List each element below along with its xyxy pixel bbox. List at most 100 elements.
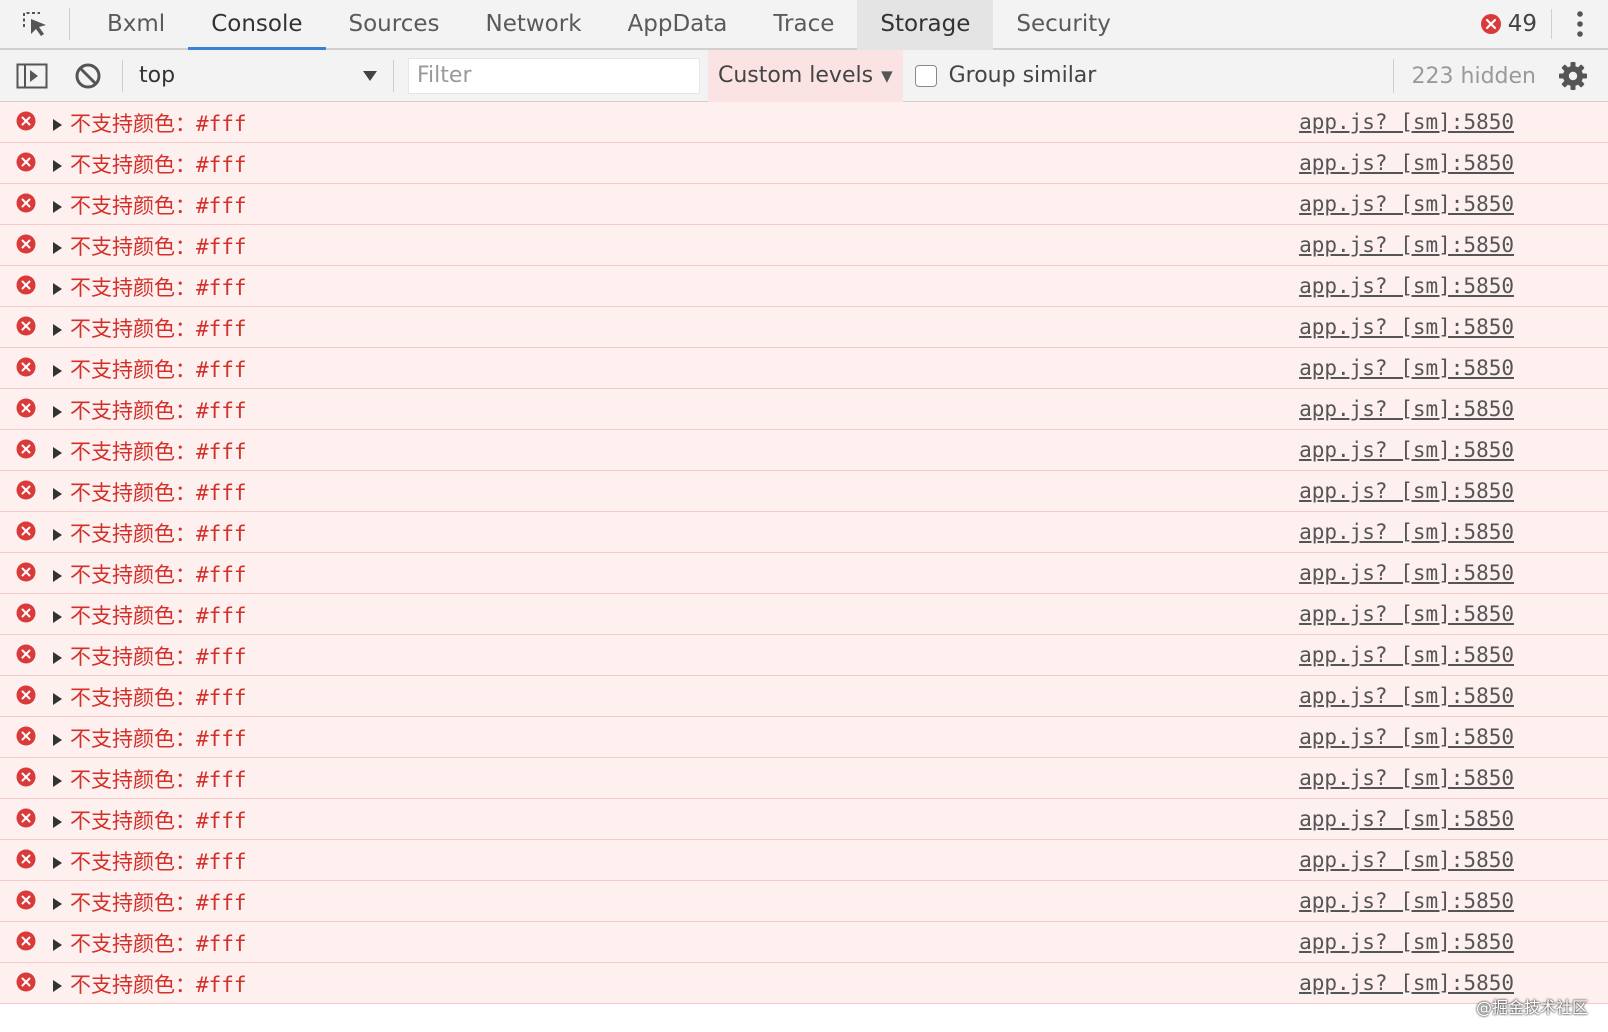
console-error-row[interactable]: 不支持颜色：#fff app.js? [sm]:5850 (0, 348, 1608, 389)
source-link[interactable]: app.js? [sm]:5850 (1299, 848, 1514, 872)
expand-triangle-icon[interactable] (53, 611, 62, 623)
expand-triangle-icon[interactable] (53, 201, 62, 213)
expand-triangle-icon[interactable] (53, 119, 62, 131)
source-link[interactable]: app.js? [sm]:5850 (1299, 561, 1514, 585)
log-levels-label: Custom levels (718, 63, 874, 88)
console-error-row[interactable]: 不支持颜色：#fff app.js? [sm]:5850 (0, 184, 1608, 225)
error-message: 不支持颜色：#fff (70, 399, 247, 423)
tab-storage[interactable]: Storage (857, 0, 994, 50)
source-link[interactable]: app.js? [sm]:5850 (1299, 643, 1514, 667)
expand-triangle-icon[interactable] (53, 775, 62, 787)
error-circle-icon (16, 521, 36, 541)
source-link[interactable]: app.js? [sm]:5850 (1299, 151, 1514, 175)
source-link[interactable]: app.js? [sm]:5850 (1299, 315, 1514, 339)
tab-console[interactable]: Console (188, 0, 326, 50)
console-error-row[interactable]: 不支持颜色：#fff app.js? [sm]:5850 (0, 471, 1608, 512)
expand-triangle-icon[interactable] (53, 529, 62, 541)
console-error-row[interactable]: 不支持颜色：#fff app.js? [sm]:5850 (0, 512, 1608, 553)
console-error-row[interactable]: 不支持颜色：#fff app.js? [sm]:5850 (0, 635, 1608, 676)
error-circle-icon (1480, 14, 1501, 34)
source-link[interactable]: app.js? [sm]:5850 (1299, 520, 1514, 544)
group-similar-checkbox[interactable] (914, 64, 937, 87)
source-link[interactable]: app.js? [sm]:5850 (1299, 274, 1514, 298)
error-counter[interactable]: 49 (1480, 9, 1552, 39)
source-link[interactable]: app.js? [sm]:5850 (1299, 684, 1514, 708)
console-error-row[interactable]: 不支持颜色：#fff app.js? [sm]:5850 (0, 717, 1608, 758)
console-error-row[interactable]: 不支持颜色：#fff app.js? [sm]:5850 (0, 676, 1608, 717)
console-error-row[interactable]: 不支持颜色：#fff app.js? [sm]:5850 (0, 840, 1608, 881)
expand-triangle-icon[interactable] (53, 324, 62, 336)
expand-triangle-icon[interactable] (53, 160, 62, 172)
error-circle-icon (16, 357, 36, 377)
group-similar-toggle[interactable]: Group similar (914, 63, 1096, 88)
console-error-row[interactable]: 不支持颜色：#fff app.js? [sm]:5850 (0, 266, 1608, 307)
expand-triangle-icon[interactable] (53, 365, 62, 377)
more-options-button[interactable] (1552, 0, 1608, 48)
error-circle-icon (16, 152, 36, 172)
console-error-row[interactable]: 不支持颜色：#fff app.js? [sm]:5850 (0, 430, 1608, 471)
source-link[interactable]: app.js? [sm]:5850 (1299, 807, 1514, 831)
source-link[interactable]: app.js? [sm]:5850 (1299, 397, 1514, 421)
expand-triangle-icon[interactable] (53, 652, 62, 664)
tab-security[interactable]: Security (993, 0, 1133, 50)
error-circle-icon (16, 111, 36, 131)
console-error-row[interactable]: 不支持颜色：#fff app.js? [sm]:5850 (0, 225, 1608, 266)
console-error-row[interactable]: 不支持颜色：#fff app.js? [sm]:5850 (0, 922, 1608, 963)
source-link[interactable]: app.js? [sm]:5850 (1299, 889, 1514, 913)
tab-trace[interactable]: Trace (750, 0, 857, 50)
inspect-element-button[interactable] (0, 8, 70, 40)
error-circle-icon (16, 275, 36, 295)
source-link[interactable]: app.js? [sm]:5850 (1299, 725, 1514, 749)
source-link[interactable]: app.js? [sm]:5850 (1299, 233, 1514, 257)
expand-triangle-icon[interactable] (53, 734, 62, 746)
tab-sources[interactable]: Sources (326, 0, 463, 50)
expand-triangle-icon[interactable] (53, 857, 62, 869)
expand-triangle-icon[interactable] (53, 939, 62, 951)
expand-triangle-icon[interactable] (53, 816, 62, 828)
console-error-row[interactable]: 不支持颜色：#fff app.js? [sm]:5850 (0, 143, 1608, 184)
expand-triangle-icon[interactable] (53, 406, 62, 418)
source-link[interactable]: app.js? [sm]:5850 (1299, 479, 1514, 503)
expand-triangle-icon[interactable] (53, 898, 62, 910)
console-error-row[interactable]: 不支持颜色：#fff app.js? [sm]:5850 (0, 553, 1608, 594)
source-link[interactable]: app.js? [sm]:5850 (1299, 930, 1514, 954)
filter-input[interactable] (408, 57, 700, 94)
toolbar-divider (393, 59, 394, 92)
source-link[interactable]: app.js? [sm]:5850 (1299, 602, 1514, 626)
console-error-row[interactable]: 不支持颜色：#fff app.js? [sm]:5850 (0, 963, 1608, 1004)
console-error-row[interactable]: 不支持颜色：#fff app.js? [sm]:5850 (0, 758, 1608, 799)
hidden-messages-count: 223 hidden (1392, 59, 1536, 93)
source-link[interactable]: app.js? [sm]:5850 (1299, 971, 1514, 995)
tab-appdata[interactable]: AppData (605, 0, 751, 50)
toggle-sidebar-button[interactable] (0, 50, 64, 102)
console-error-row[interactable]: 不支持颜色：#fff app.js? [sm]:5850 (0, 307, 1608, 348)
expand-triangle-icon[interactable] (53, 693, 62, 705)
expand-triangle-icon[interactable] (53, 447, 62, 459)
console-error-row[interactable]: 不支持颜色：#fff app.js? [sm]:5850 (0, 102, 1608, 143)
source-link[interactable]: app.js? [sm]:5850 (1299, 192, 1514, 216)
source-link[interactable]: app.js? [sm]:5850 (1299, 356, 1514, 380)
source-link[interactable]: app.js? [sm]:5850 (1299, 438, 1514, 462)
console-settings-button[interactable] (1558, 61, 1588, 91)
console-error-row[interactable]: 不支持颜色：#fff app.js? [sm]:5850 (0, 389, 1608, 430)
context-selector[interactable]: top (123, 56, 393, 96)
console-toolbar: top Custom levels ▼ Group similar 223 hi… (0, 49, 1608, 102)
expand-triangle-icon[interactable] (53, 488, 62, 500)
console-error-row[interactable]: 不支持颜色：#fff app.js? [sm]:5850 (0, 881, 1608, 922)
expand-triangle-icon[interactable] (53, 980, 62, 992)
tab-network[interactable]: Network (462, 0, 604, 50)
expand-triangle-icon[interactable] (53, 570, 62, 582)
error-circle-icon (16, 972, 36, 992)
source-link[interactable]: app.js? [sm]:5850 (1299, 766, 1514, 790)
error-circle-icon (16, 480, 36, 500)
source-link[interactable]: app.js? [sm]:5850 (1299, 110, 1514, 134)
error-message: 不支持颜色：#fff (70, 235, 247, 259)
error-message: 不支持颜色：#fff (70, 358, 247, 382)
clear-console-button[interactable] (64, 50, 112, 102)
tab-bxml[interactable]: Bxml (84, 0, 188, 50)
expand-triangle-icon[interactable] (53, 283, 62, 295)
console-error-row[interactable]: 不支持颜色：#fff app.js? [sm]:5850 (0, 799, 1608, 840)
log-levels-dropdown[interactable]: Custom levels ▼ (708, 49, 903, 102)
console-error-row[interactable]: 不支持颜色：#fff app.js? [sm]:5850 (0, 594, 1608, 635)
expand-triangle-icon[interactable] (53, 242, 62, 254)
